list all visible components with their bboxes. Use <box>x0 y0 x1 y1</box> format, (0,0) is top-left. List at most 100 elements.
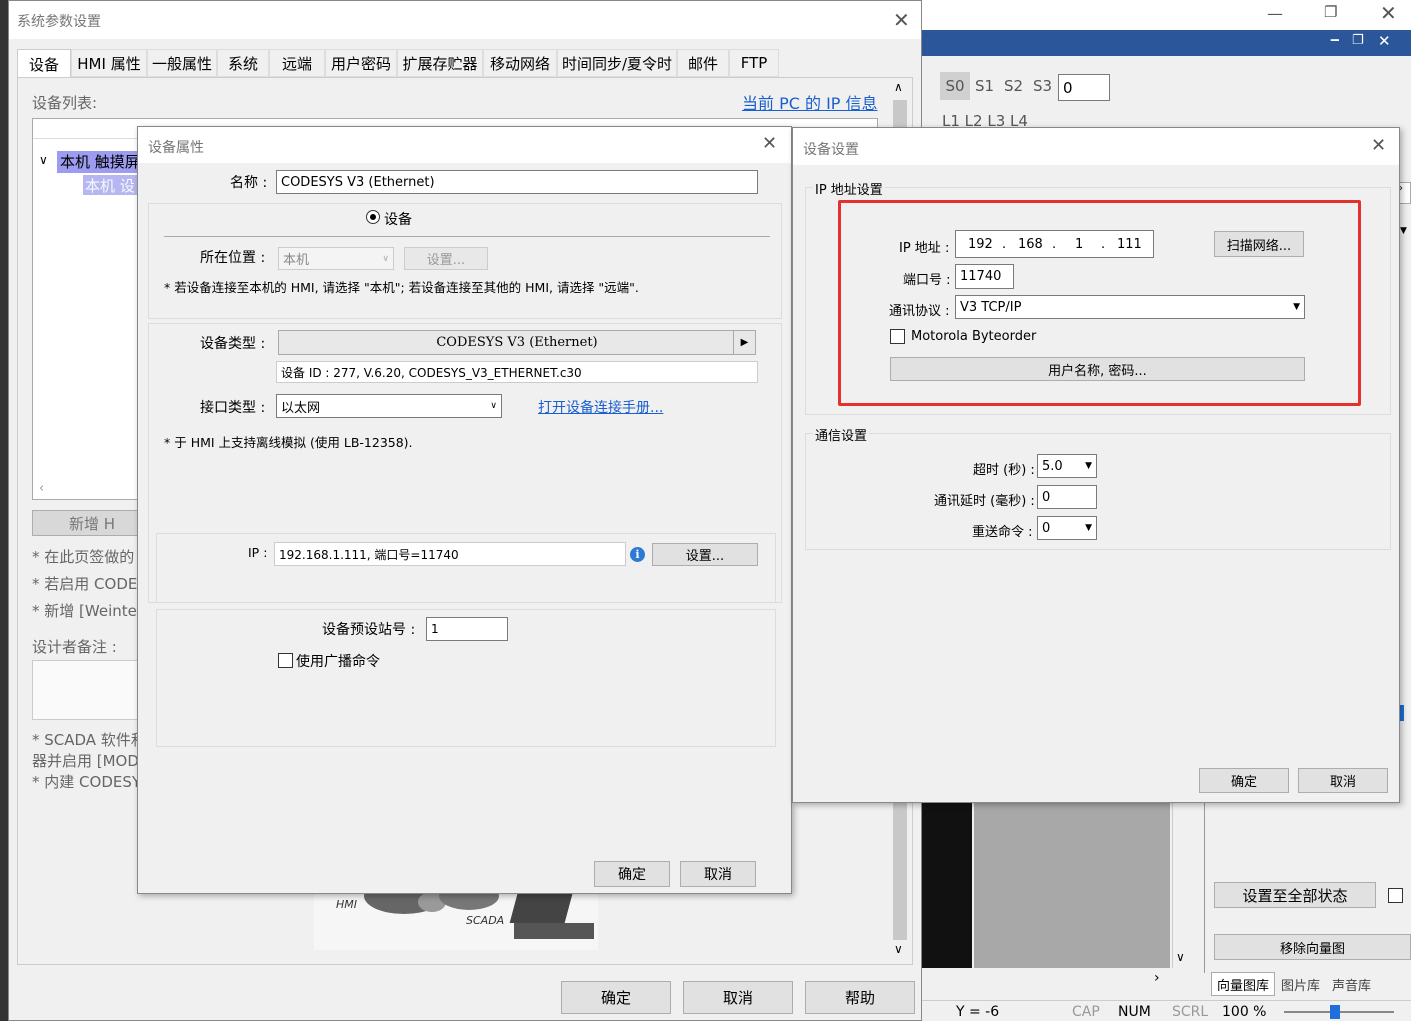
ip-octet-4[interactable]: 111 <box>1117 237 1142 252</box>
tab-time-sync[interactable]: 时间同步/夏令时 <box>557 49 677 77</box>
timeout-label: 超时 (秒) : <box>973 463 1035 478</box>
location-select[interactable]: 本机 ∨ <box>278 247 394 270</box>
pc-ip-link[interactable]: 当前 PC 的 IP 信息 <box>742 90 878 114</box>
set-all-state-button[interactable]: 设置至全部状态 <box>1214 882 1376 908</box>
device-radio[interactable] <box>366 210 380 224</box>
set-all-checkbox[interactable] <box>1388 888 1403 903</box>
scroll-up-icon[interactable]: ∧ <box>894 80 903 94</box>
cancel-button[interactable]: 取消 <box>683 981 793 1014</box>
station-input[interactable]: 1 <box>426 617 508 641</box>
close-icon[interactable]: ✕ <box>1371 137 1386 155</box>
help-button[interactable]: 帮助 <box>805 981 915 1014</box>
status-y: Y = -6 <box>956 1004 1000 1020</box>
status-bar: Y = -6 CAP NUM SCRL 100 % <box>922 1000 1411 1021</box>
tab-user-password[interactable]: 用户密码 <box>325 49 397 77</box>
mdi-close-icon[interactable]: ✕ <box>1378 32 1391 50</box>
ip-field: 192.168.1.111, 端口号=11740 <box>274 542 626 566</box>
state-tab-s2[interactable]: S2 <box>999 72 1028 100</box>
tab-vector-library[interactable]: 向量图库 <box>1211 972 1276 996</box>
scroll-left-icon[interactable]: ‹ <box>39 481 44 496</box>
resend-select[interactable]: 0 ▼ <box>1037 516 1097 540</box>
resend-label: 重送命令 : <box>972 525 1033 540</box>
location-settings-button[interactable]: 设置... <box>404 247 488 270</box>
cancel-button[interactable]: 取消 <box>680 861 756 887</box>
state-tab-s3[interactable]: S3 <box>1028 72 1057 100</box>
restore-icon[interactable]: ❐ <box>1324 3 1337 21</box>
mdi-minimize-icon[interactable]: ‒ <box>1330 32 1340 48</box>
ip-octet-1[interactable]: 192 <box>968 237 993 252</box>
diagram-illustration: HMI SCADA <box>314 878 598 950</box>
device-type-select[interactable]: CODESYS V3 (Ethernet) ▶ <box>278 330 756 355</box>
tab-device[interactable]: 设备 <box>17 49 71 79</box>
dialog-title: 设备属性 <box>148 140 204 156</box>
user-password-button[interactable]: 用户名称, 密码... <box>890 357 1305 381</box>
tab-mobile-network[interactable]: 移动网络 <box>483 49 557 77</box>
tab-system[interactable]: 系统 <box>217 49 269 77</box>
tab-email[interactable]: 邮件 <box>677 49 729 77</box>
dropdown-arrow-icon: ▼ <box>1085 461 1092 471</box>
zoom-slider-thumb[interactable] <box>1330 1005 1340 1019</box>
dialog-title: 系统参数设置 <box>17 14 101 30</box>
manual-link[interactable]: 打开设备连接手册... <box>538 397 663 417</box>
tab-hmi-props[interactable]: HMI 属性 <box>71 49 147 77</box>
editor-canvas-dark <box>922 803 972 968</box>
timeout-select[interactable]: 5.0 ▼ <box>1037 454 1097 478</box>
close-icon[interactable]: ✕ <box>893 10 910 30</box>
info-icon[interactable]: i <box>630 547 645 562</box>
scroll-down-icon[interactable]: ∨ <box>894 942 903 956</box>
mdi-restore-icon[interactable]: ❐ <box>1352 33 1364 48</box>
name-input[interactable]: CODESYS V3 (Ethernet) <box>276 170 758 194</box>
scroll-down-icon[interactable]: ∨ <box>1176 950 1185 964</box>
delay-input[interactable]: 0 <box>1037 485 1097 509</box>
motorola-checkbox[interactable] <box>890 329 905 344</box>
ok-button[interactable]: 确定 <box>561 981 671 1014</box>
ip-address-input[interactable]: 192 . 168 . 1 . 111 <box>955 230 1154 258</box>
state-tab-s1[interactable]: S1 <box>970 72 999 100</box>
status-cap: CAP <box>1072 1004 1100 1020</box>
ip-octet-3[interactable]: 1 <box>1075 237 1083 252</box>
close-icon[interactable]: ✕ <box>1380 1 1397 25</box>
port-input[interactable]: 11740 <box>955 264 1014 289</box>
ok-button[interactable]: 确定 <box>594 861 670 887</box>
ok-button[interactable]: 确定 <box>1199 768 1289 793</box>
protocol-select-value: V3 TCP/IP <box>960 299 1022 315</box>
tab-ftp[interactable]: FTP <box>729 49 779 77</box>
tab-image-library[interactable]: 图片库 <box>1275 972 1326 996</box>
editor-scrollbar[interactable] <box>1172 803 1194 968</box>
scroll-right-icon[interactable]: › <box>1154 970 1160 986</box>
state-tab-s0[interactable]: S0 <box>940 72 970 100</box>
bottom-note-1: * SCADA 软件和 <box>32 731 146 749</box>
location-select-value: 本机 <box>283 253 310 268</box>
resend-select-value: 0 <box>1042 520 1051 536</box>
minimize-icon[interactable]: — <box>1267 4 1283 23</box>
comm-settings-group <box>805 433 1391 550</box>
cancel-button[interactable]: 取消 <box>1298 768 1388 793</box>
right-dropdown-icon[interactable]: ▼ <box>1400 226 1407 236</box>
add-device-button[interactable]: 新增 H <box>32 510 152 536</box>
device-type-value: CODESYS V3 (Ethernet) <box>436 335 598 350</box>
tab-sound-library[interactable]: 声音库 <box>1326 972 1377 996</box>
chevron-down-icon: ∨ <box>490 401 497 411</box>
interface-select[interactable]: 以太网 ∨ <box>276 394 502 418</box>
interface-select-value: 以太网 <box>281 400 321 416</box>
scan-network-button[interactable]: 扫描网络... <box>1214 231 1304 257</box>
designer-notes-box[interactable] <box>32 660 152 720</box>
broadcast-checkbox[interactable] <box>278 653 293 668</box>
state-spinner[interactable]: 0 <box>1058 74 1110 101</box>
dropdown-arrow-icon: ▼ <box>1085 523 1092 533</box>
diagram-scada-label: SCADA <box>466 914 505 927</box>
ip-address-label: IP 地址 : <box>899 241 950 256</box>
ip-settings-button[interactable]: 设置... <box>652 543 758 566</box>
ip-dot: . <box>1002 237 1007 252</box>
tree-expand-icon[interactable]: ∨ <box>39 153 48 167</box>
ip-octet-2[interactable]: 168 <box>1018 237 1043 252</box>
tab-remote[interactable]: 远端 <box>269 49 325 77</box>
close-icon[interactable]: ✕ <box>762 135 777 153</box>
protocol-select[interactable]: V3 TCP/IP ▼ <box>955 295 1305 319</box>
station-label: 设备预设站号 : <box>322 622 416 638</box>
comm-group-title: 通信设置 <box>813 425 870 444</box>
tab-general[interactable]: 一般属性 <box>147 49 217 77</box>
tab-ext-storage[interactable]: 扩展存贮器 <box>397 49 483 77</box>
dialog-titlebar: 设备属性 ✕ <box>138 127 791 163</box>
remove-vector-button[interactable]: 移除向量图 <box>1214 934 1411 960</box>
